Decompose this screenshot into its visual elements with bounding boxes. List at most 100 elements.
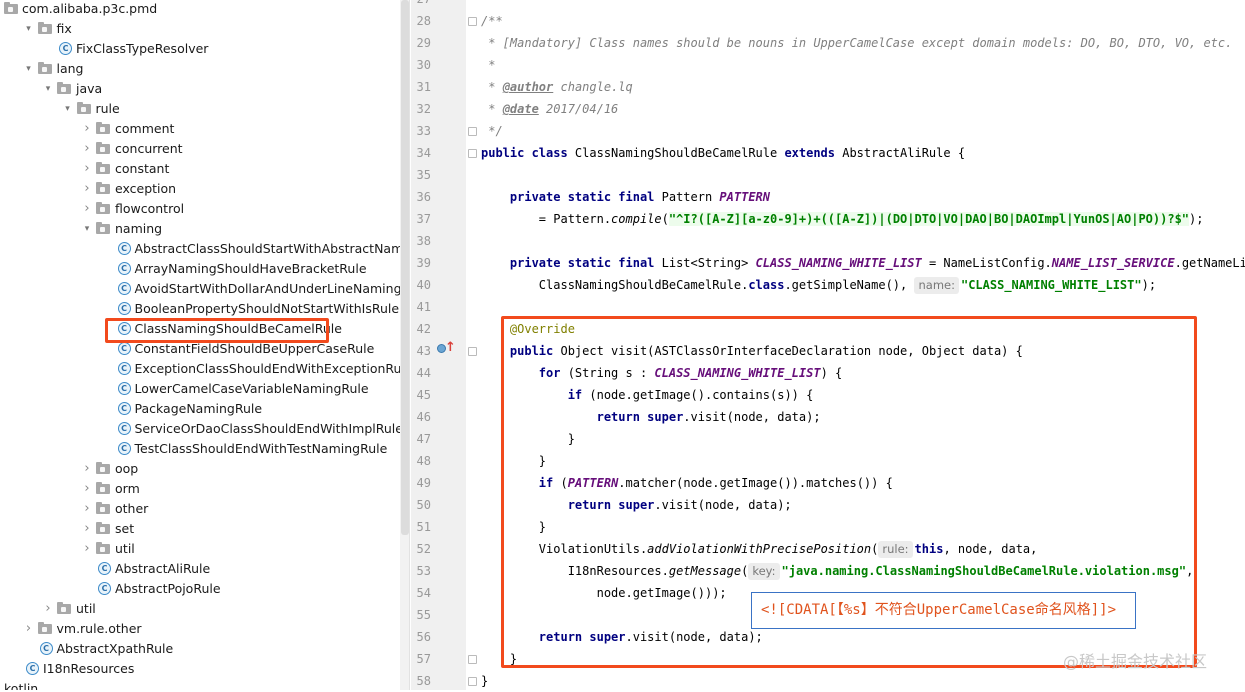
tree-item-naming[interactable]: ▾ naming xyxy=(0,219,400,239)
code-token: } xyxy=(481,674,489,688)
code-line[interactable]: private static final Pattern PATTERN xyxy=(481,186,770,208)
tree-item-serviceordaoclassshouldendwithimplrule[interactable]: C ServiceOrDaoClassShouldEndWithImplRule xyxy=(0,419,400,439)
tree-item-avoidstartwithdollarandunderlinenamingrule[interactable]: C AvoidStartWithDollarAndUnderLineNamingR… xyxy=(0,279,400,299)
fold-toggle-icon[interactable] xyxy=(468,149,477,158)
chevron-down-icon[interactable]: ▾ xyxy=(82,219,92,239)
java-class-icon: C xyxy=(117,442,131,455)
fold-toggle-icon[interactable] xyxy=(468,17,477,26)
tree-item-fix[interactable]: ▾ fix xyxy=(0,19,400,39)
chevron-down-icon[interactable]: ▾ xyxy=(63,99,73,119)
tree-item-util[interactable]: › util xyxy=(0,599,400,619)
code-line[interactable]: public class ClassNamingShouldBeCamelRul… xyxy=(481,142,965,164)
fold-toggle-icon[interactable] xyxy=(468,677,477,686)
java-class-icon: C xyxy=(117,402,131,415)
chevron-right-icon[interactable]: › xyxy=(82,139,92,159)
java-class-icon: C xyxy=(59,42,72,55)
package-folder-icon xyxy=(96,182,110,194)
code-token: public class xyxy=(481,146,575,160)
tree-item-label: flowcontrol xyxy=(115,201,185,216)
code-line[interactable]: * xyxy=(481,54,495,76)
tree-item-set[interactable]: › set xyxy=(0,519,400,539)
chevron-right-icon[interactable]: › xyxy=(82,539,92,559)
chevron-right-icon[interactable]: › xyxy=(82,119,92,139)
package-folder-icon xyxy=(96,482,110,494)
chevron-right-icon[interactable]: › xyxy=(82,159,92,179)
line-number: 49 xyxy=(416,476,431,490)
line-number: 46 xyxy=(416,410,431,424)
chevron-down-icon[interactable]: ▾ xyxy=(43,79,53,99)
chevron-right-icon[interactable]: › xyxy=(82,479,92,499)
tree-item-lang[interactable]: ▾ lang xyxy=(0,59,400,79)
tree-item-label: I18nResources xyxy=(43,661,135,676)
code-token: AbstractAliRule { xyxy=(842,146,966,160)
tree-item-concurrent[interactable]: › concurrent xyxy=(0,139,400,159)
tree-item-abstractclassshouldstartwithabstractnamingrule[interactable]: C AbstractClassShouldStartWithAbstractNam… xyxy=(0,239,400,259)
tree-item-abstractalirule[interactable]: C AbstractAliRule xyxy=(0,559,400,579)
tree-item-exception[interactable]: › exception xyxy=(0,179,400,199)
code-token: .getSimpleName(), xyxy=(784,278,915,292)
package-folder-icon xyxy=(96,222,110,234)
override-arrow-icon[interactable]: ↑ xyxy=(445,340,456,356)
tree-item-label: exception xyxy=(115,181,177,196)
chevron-right-icon[interactable]: › xyxy=(24,619,34,639)
chevron-right-icon[interactable]: › xyxy=(82,519,92,539)
chevron-down-icon[interactable]: ▾ xyxy=(24,19,34,39)
code-line[interactable]: * [Mandatory] Class names should be noun… xyxy=(481,32,1232,54)
tree-item-java[interactable]: ▾ java xyxy=(0,79,400,99)
fold-toggle-icon[interactable] xyxy=(468,127,477,136)
project-tree: com.alibaba.p3c.pmd ▾ fix C FixClassTypeReso… xyxy=(0,0,400,690)
tree-item-com-alibaba-p3c-pmd[interactable]: com.alibaba.p3c.pmd xyxy=(0,0,400,19)
java-class-icon: C xyxy=(98,562,111,575)
fold-toggle-icon[interactable] xyxy=(468,347,477,356)
tree-item-other[interactable]: › other xyxy=(0,499,400,519)
code-line[interactable]: } xyxy=(481,670,488,692)
code-line[interactable]: ClassNamingShouldBeCamelRule.class.getSi… xyxy=(481,274,1156,296)
line-number: 41 xyxy=(416,300,431,314)
tree-item-rule[interactable]: ▾ rule xyxy=(0,99,400,119)
tree-item-arraynamingshouldhavebracketrule[interactable]: C ArrayNamingShouldHaveBracketRule xyxy=(0,259,400,279)
tree-item-label: orm xyxy=(115,481,140,496)
tree-item-label: lang xyxy=(56,61,84,76)
code-line[interactable]: * @author changle.lq xyxy=(481,76,633,98)
tree-item-flowcontrol[interactable]: › flowcontrol xyxy=(0,199,400,219)
tree-item-kotlin[interactable]: kotlin xyxy=(0,679,400,690)
tree-item-label: TestClassShouldEndWithTestNamingRule xyxy=(134,441,388,456)
tree-item-orm[interactable]: › orm xyxy=(0,479,400,499)
tree-item-util[interactable]: › util xyxy=(0,539,400,559)
code-line[interactable]: = Pattern.compile("^I?([A-Z][a-z0-9]+)+(… xyxy=(481,208,1203,230)
package-folder-icon xyxy=(96,202,110,214)
code-line[interactable]: /** xyxy=(481,10,503,32)
code-token: .getNameList( xyxy=(1174,256,1245,270)
tree-item-packagenamingrule[interactable]: C PackageNamingRule xyxy=(0,399,400,419)
tree-item-label: ExceptionClassShouldEndWithExceptionRule xyxy=(134,361,401,376)
code-token: CLASS_NAMING_WHITE_LIST xyxy=(755,256,922,270)
tree-item-fixclasstyperesolver[interactable]: C FixClassTypeResolver xyxy=(0,39,400,59)
fold-toggle-icon[interactable] xyxy=(468,655,477,664)
chevron-right-icon[interactable]: › xyxy=(82,499,92,519)
code-line[interactable]: * @date 2017/04/16 xyxy=(481,98,618,120)
code-line[interactable]: private static final List<String> CLASS_… xyxy=(481,252,1245,274)
chevron-right-icon[interactable]: › xyxy=(82,459,92,479)
code-line[interactable]: */ xyxy=(481,120,502,142)
tree-item-abstractpojorule[interactable]: C AbstractPojoRule xyxy=(0,579,400,599)
tree-item-lowercamelcasevariablenamingrule[interactable]: C LowerCamelCaseVariableNamingRule xyxy=(0,379,400,399)
chevron-right-icon[interactable]: › xyxy=(43,599,53,619)
message-template-tooltip: <![CDATA[【%s】不符合UpperCamelCase命名风格]]> xyxy=(751,592,1136,629)
tree-scrollbar[interactable] xyxy=(401,0,409,535)
chevron-right-icon[interactable]: › xyxy=(82,199,92,219)
java-class-icon: C xyxy=(117,362,131,375)
chevron-down-icon[interactable]: ▾ xyxy=(24,59,34,79)
tree-item-oop[interactable]: › oop xyxy=(0,459,400,479)
tree-item-abstractxpathrule[interactable]: C AbstractXpathRule xyxy=(0,639,400,659)
tree-item-testclassshouldendwithtestnamingrule[interactable]: C TestClassShouldEndWithTestNamingRule xyxy=(0,439,400,459)
java-class-icon: C xyxy=(117,422,131,435)
tree-item-constant[interactable]: › constant xyxy=(0,159,400,179)
java-class-icon: C xyxy=(26,662,39,675)
tree-item-exceptionclassshouldendwithexceptionrule[interactable]: C ExceptionClassShouldEndWithExceptionRul… xyxy=(0,359,400,379)
tree-item-vm-rule-other[interactable]: › vm.rule.other xyxy=(0,619,400,639)
package-folder-icon xyxy=(96,462,110,474)
chevron-right-icon[interactable]: › xyxy=(82,179,92,199)
tree-item-booleanpropertyshouldnotstartwithisrule[interactable]: C BooleanPropertyShouldNotStartWithIsRule xyxy=(0,299,400,319)
tree-item-i18nresources[interactable]: C I18nResources xyxy=(0,659,400,679)
tree-item-comment[interactable]: › comment xyxy=(0,119,400,139)
